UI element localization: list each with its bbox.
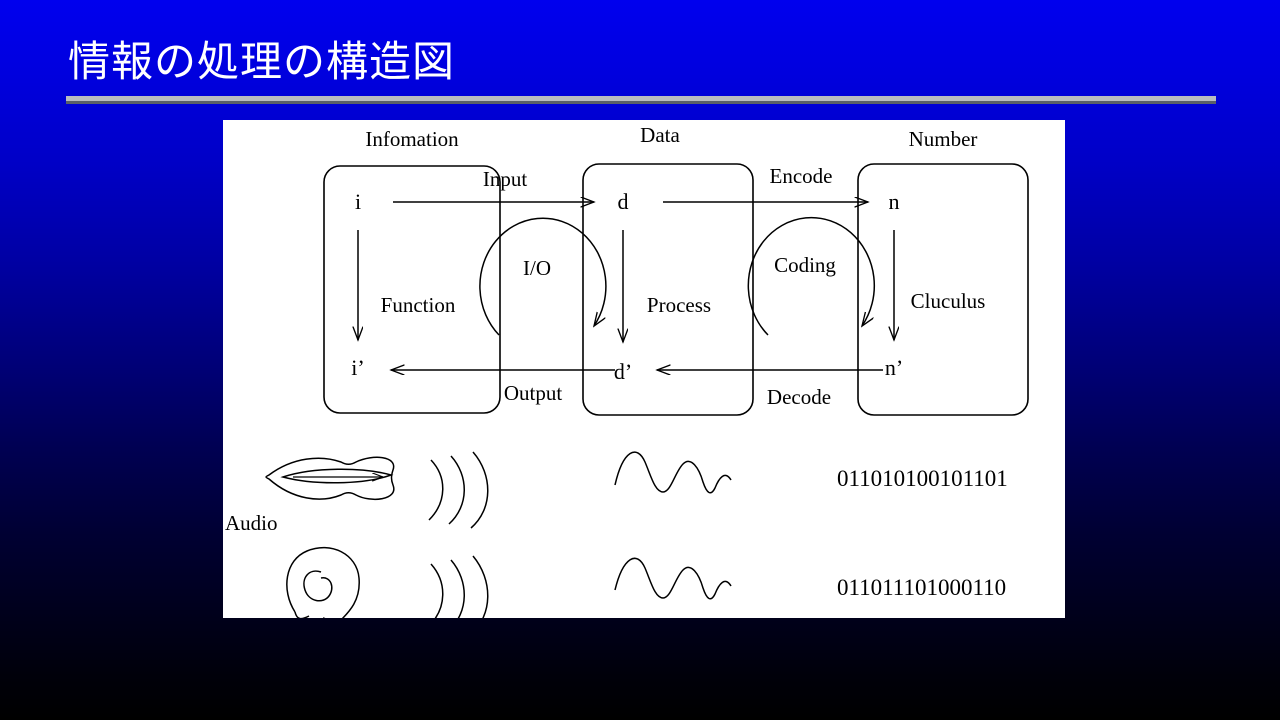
label-input: Input xyxy=(483,167,527,191)
sound-wave-icon-2 xyxy=(430,555,489,618)
ear-inner-icon xyxy=(303,570,333,602)
structure-diagram: Infomation Data Number i d n i’ d’ n’ In… xyxy=(225,123,1029,618)
label-io: I/O xyxy=(523,256,551,280)
variable-i-prime: i’ xyxy=(351,355,364,380)
variable-n-prime: n’ xyxy=(885,355,903,380)
waveform-icon xyxy=(614,451,732,494)
variable-d-prime: d’ xyxy=(614,359,632,384)
diagram-panel: Infomation Data Number i d n i’ d’ n’ In… xyxy=(223,120,1065,618)
label-process: Process xyxy=(647,293,711,317)
label-output: Output xyxy=(504,381,563,405)
sound-wave-icon xyxy=(428,451,489,529)
slide-root: 情報の処理の構造図 Infomation Data Number i d n i… xyxy=(0,0,1280,720)
column-header-infomation: Infomation xyxy=(365,127,459,151)
column-header-data: Data xyxy=(640,123,680,147)
title-divider xyxy=(66,96,1216,104)
waveform-icon-2 xyxy=(614,557,732,600)
label-encode: Encode xyxy=(770,164,833,188)
binary-row-1: 011010100101101 xyxy=(837,466,1008,491)
label-function: Function xyxy=(381,293,456,317)
ear-icon xyxy=(286,546,360,618)
binary-row-2: 011011101000110 xyxy=(837,575,1006,600)
variable-n: n xyxy=(889,189,900,214)
mouth-line-icon xyxy=(280,468,394,484)
label-cluculus: Cluculus xyxy=(911,289,986,313)
column-header-number: Number xyxy=(909,127,978,151)
page-title: 情報の処理の構造図 xyxy=(68,37,456,86)
label-coding: Coding xyxy=(774,253,836,277)
label-audio: Audio xyxy=(225,511,278,535)
variable-d: d xyxy=(618,189,629,214)
variable-i: i xyxy=(355,189,361,214)
label-decode: Decode xyxy=(767,385,831,409)
